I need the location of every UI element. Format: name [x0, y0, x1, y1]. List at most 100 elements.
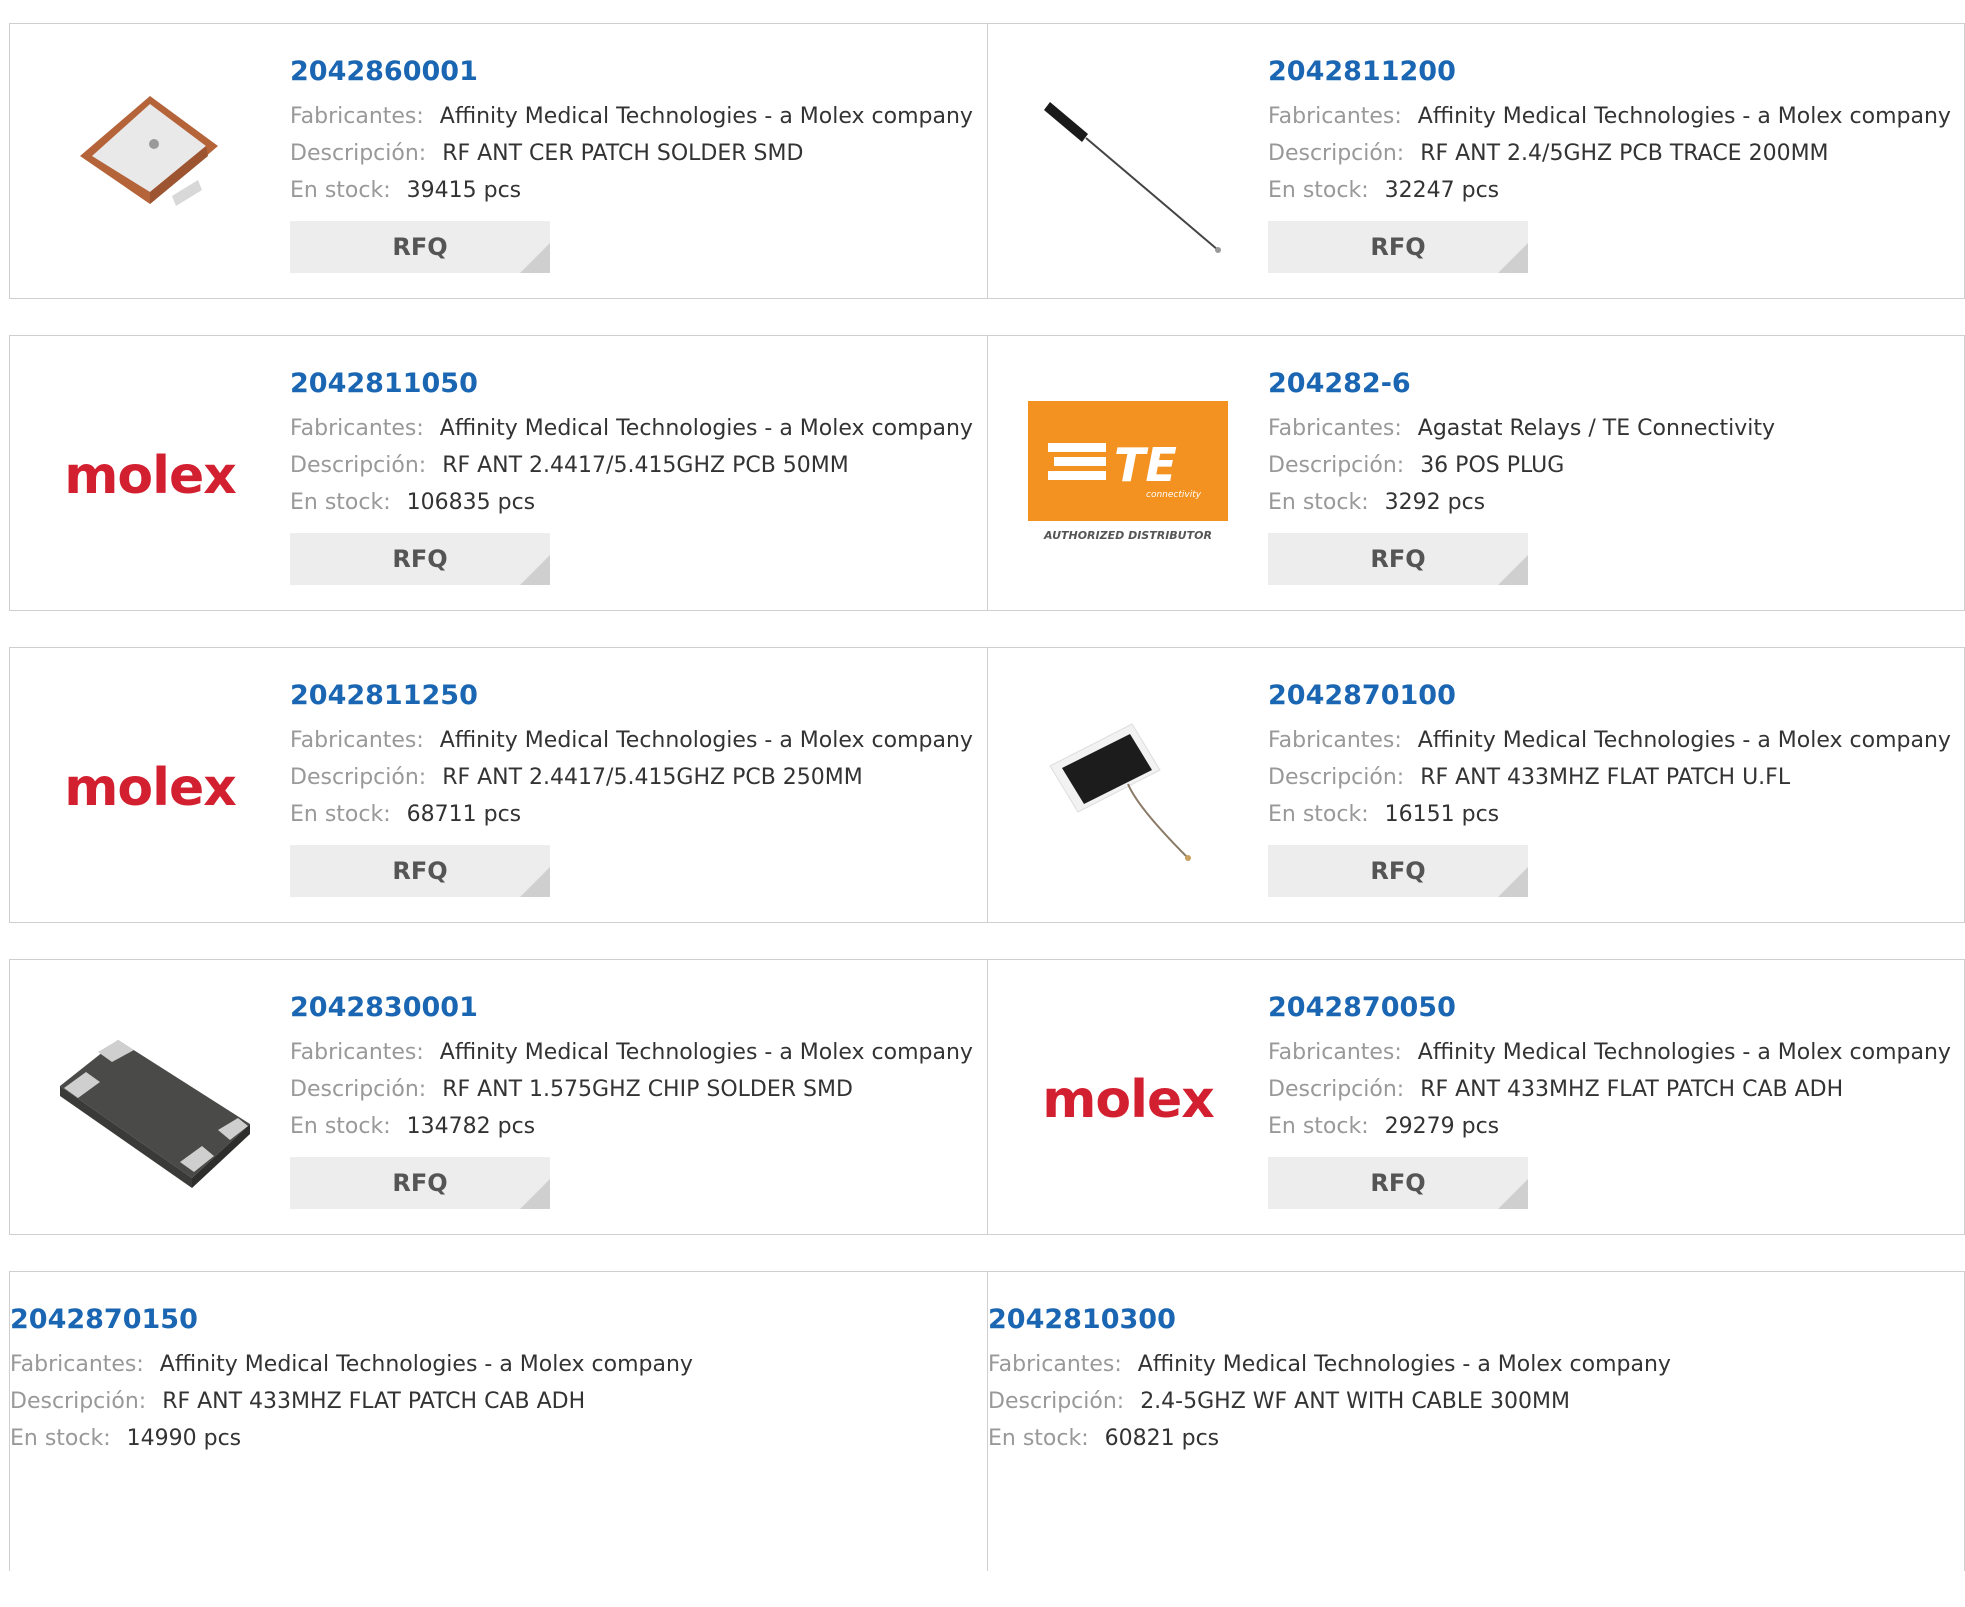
rfq-button[interactable]: RFQ [1268, 221, 1528, 273]
part-number-link[interactable]: 2042830001 [290, 988, 973, 1028]
manufacturer-value: Affinity Medical Technologies - a Molex … [1417, 728, 1951, 753]
manufacturer-line: Fabricantes: Agastat Relays / TE Connecti… [1268, 410, 1775, 447]
product-row: 2042860001 Fabricantes: Affinity Medical … [9, 23, 1965, 299]
manufacturer-value: Affinity Medical Technologies - a Molex … [439, 416, 973, 441]
product-image-molex-logo[interactable]: molex [50, 376, 250, 576]
rfq-button[interactable]: RFQ [1268, 1157, 1528, 1209]
product-card: 2042810300 Fabricantes: Affinity Medical … [987, 1272, 1964, 1571]
rfq-label: RFQ [392, 857, 448, 885]
part-number-link[interactable]: 204282-6 [1268, 364, 1775, 404]
manufacturer-value: Affinity Medical Technologies - a Molex … [1417, 1040, 1951, 1065]
description-value: RF ANT 433MHZ FLAT PATCH CAB ADH [1420, 1077, 1844, 1102]
description-label: Descripción: [1268, 1077, 1405, 1102]
rfq-button[interactable]: RFQ [290, 1157, 550, 1209]
description-label: Descripción: [1268, 765, 1405, 790]
product-card: 2042811200 Fabricantes: Affinity Medical … [987, 24, 1964, 298]
molex-logo: molex [64, 446, 237, 506]
rfq-button[interactable]: RFQ [290, 845, 550, 897]
stock-value: 60821 pcs [1104, 1426, 1220, 1451]
manufacturer-label: Fabricantes: [10, 1352, 144, 1377]
stock-value: 3292 pcs [1384, 490, 1486, 515]
manufacturer-value: Affinity Medical Technologies - a Molex … [439, 728, 973, 753]
manufacturer-value: Affinity Medical Technologies - a Molex … [439, 104, 973, 129]
rfq-button[interactable]: RFQ [1268, 533, 1528, 585]
description-line: Descripción: RF ANT CER PATCH SOLDER SMD [290, 135, 973, 172]
description-line: Descripción: RF ANT 2.4417/5.415GHZ PCB 5… [290, 447, 973, 484]
manufacturer-line: Fabricantes: Affinity Medical Technologie… [290, 98, 973, 135]
product-image-ceramic-patch-antenna[interactable] [50, 64, 250, 264]
description-value: RF ANT CER PATCH SOLDER SMD [442, 141, 804, 166]
product-info: 2042870050 Fabricantes: Affinity Medical … [1268, 988, 1951, 1209]
product-card: molex 2042870050 Fabricantes: Affinity Me… [987, 960, 1964, 1234]
manufacturer-value: Affinity Medical Technologies - a Molex … [1417, 104, 1951, 129]
stock-value: 68711 pcs [406, 802, 522, 827]
stock-line: En stock: 60821 pcs [988, 1420, 1671, 1457]
rfq-button[interactable]: RFQ [290, 533, 550, 585]
description-label: Descripción: [290, 453, 427, 478]
product-row: molex 2042811250 Fabricantes: Affinity Me… [9, 647, 1965, 923]
product-image-molex-logo[interactable]: molex [1028, 1000, 1228, 1200]
product-card: molex 2042811050 Fabricantes: Affinity Me… [10, 336, 987, 610]
product-image-chip-antenna[interactable] [50, 1000, 250, 1200]
te-logo-subtext: connectivity [1146, 490, 1202, 500]
product-card: 2042870150 Fabricantes: Affinity Medical … [10, 1272, 987, 1571]
rfq-label: RFQ [1370, 545, 1426, 573]
te-logo-text: TE [1114, 438, 1177, 492]
rfq-label: RFQ [392, 233, 448, 261]
manufacturer-label: Fabricantes: [1268, 728, 1402, 753]
rfq-label: RFQ [1370, 1169, 1426, 1197]
manufacturer-value: Agastat Relays / TE Connectivity [1417, 416, 1775, 441]
product-info: 2042830001 Fabricantes: Affinity Medical … [290, 988, 973, 1209]
stock-label: En stock: [290, 178, 391, 203]
manufacturer-label: Fabricantes: [290, 416, 424, 441]
stock-line: En stock: 29279 pcs [1268, 1108, 1951, 1145]
manufacturer-value: Affinity Medical Technologies - a Molex … [439, 1040, 973, 1065]
product-image-te-logo[interactable]: TE connectivity AUTHORIZED DISTRIBUTOR [1028, 376, 1228, 576]
part-number-link[interactable]: 2042870150 [10, 1300, 693, 1340]
manufacturer-label: Fabricantes: [290, 104, 424, 129]
rfq-label: RFQ [392, 545, 448, 573]
rfq-label: RFQ [1370, 233, 1426, 261]
product-info: 204282-6 Fabricantes: Agastat Relays / TE… [1268, 364, 1775, 585]
manufacturer-label: Fabricantes: [988, 1352, 1122, 1377]
manufacturer-line: Fabricantes: Affinity Medical Technologie… [10, 1346, 693, 1383]
stock-label: En stock: [290, 802, 391, 827]
description-line: Descripción: RF ANT 2.4/5GHZ PCB TRACE 20… [1268, 135, 1951, 172]
product-info: 2042870100 Fabricantes: Affinity Medical … [1268, 676, 1951, 897]
part-number-link[interactable]: 2042810300 [988, 1300, 1671, 1340]
description-value: RF ANT 433MHZ FLAT PATCH CAB ADH [162, 1389, 586, 1414]
part-number-link[interactable]: 2042860001 [290, 52, 973, 92]
stock-line: En stock: 106835 pcs [290, 484, 973, 521]
rfq-button[interactable]: RFQ [290, 221, 550, 273]
part-number-link[interactable]: 2042870050 [1268, 988, 1951, 1028]
product-image-flat-patch-antenna[interactable] [1028, 688, 1228, 888]
part-number-link[interactable]: 2042811050 [290, 364, 973, 404]
description-line: Descripción: RF ANT 1.575GHZ CHIP SOLDER … [290, 1071, 973, 1108]
product-card: molex 2042811250 Fabricantes: Affinity Me… [10, 648, 987, 922]
part-number-link[interactable]: 2042870100 [1268, 676, 1951, 716]
description-label: Descripción: [1268, 141, 1405, 166]
stock-value: 14990 pcs [126, 1426, 242, 1451]
product-grid: 2042860001 Fabricantes: Affinity Medical … [9, 23, 1965, 1607]
manufacturer-label: Fabricantes: [290, 1040, 424, 1065]
corner-triangle-icon [1498, 555, 1528, 585]
product-image-pcb-trace-antenna[interactable] [1028, 64, 1228, 264]
product-image-molex-logo[interactable]: molex [50, 688, 250, 888]
product-card: TE connectivity AUTHORIZED DISTRIBUTOR 2… [987, 336, 1964, 610]
manufacturer-line: Fabricantes: Affinity Medical Technologie… [988, 1346, 1671, 1383]
description-value: 2.4-5GHZ WF ANT WITH CABLE 300MM [1140, 1389, 1570, 1414]
stock-line: En stock: 68711 pcs [290, 796, 973, 833]
description-line: Descripción: 36 POS PLUG [1268, 447, 1775, 484]
rfq-label: RFQ [392, 1169, 448, 1197]
corner-triangle-icon [520, 243, 550, 273]
product-info: 2042870150 Fabricantes: Affinity Medical … [10, 1300, 693, 1457]
authorized-distributor-text: AUTHORIZED DISTRIBUTOR [1043, 529, 1212, 542]
product-info: 2042811050 Fabricantes: Affinity Medical … [290, 364, 973, 585]
rfq-button[interactable]: RFQ [1268, 845, 1528, 897]
description-label: Descripción: [290, 141, 427, 166]
description-value: RF ANT 2.4417/5.415GHZ PCB 250MM [442, 765, 863, 790]
part-number-link[interactable]: 2042811250 [290, 676, 973, 716]
manufacturer-label: Fabricantes: [1268, 416, 1402, 441]
description-label: Descripción: [10, 1389, 147, 1414]
part-number-link[interactable]: 2042811200 [1268, 52, 1951, 92]
